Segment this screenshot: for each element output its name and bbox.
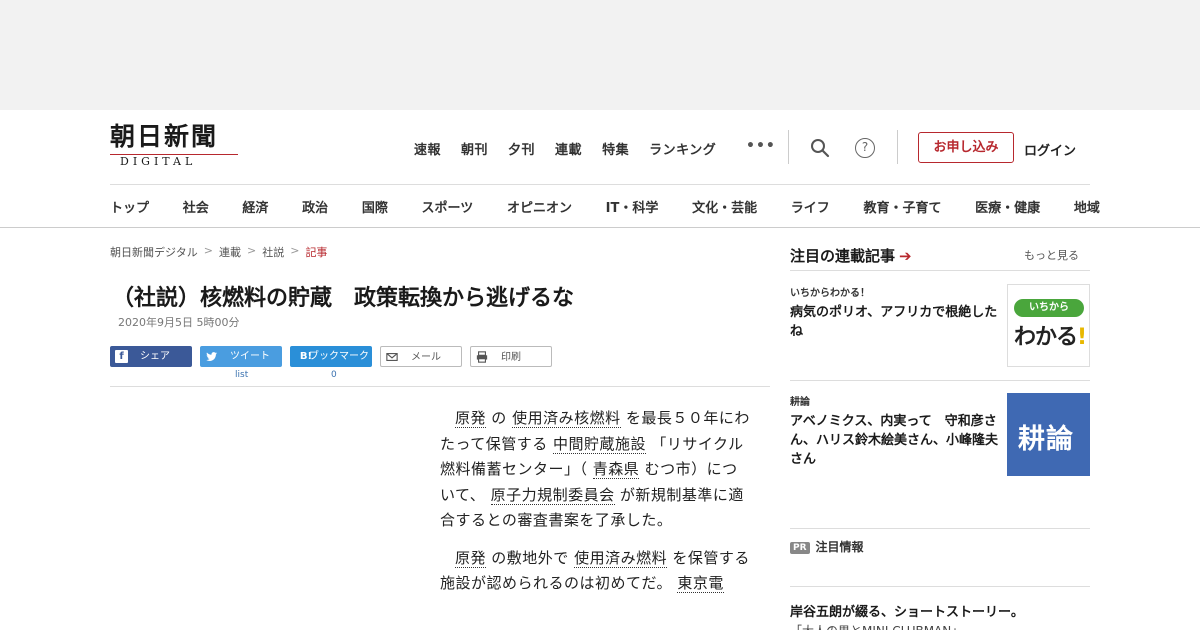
- more-menu-icon[interactable]: •••: [746, 138, 776, 154]
- breadcrumb: 朝日新聞デジタル > 連載 > 社説 > 記事: [110, 244, 327, 260]
- header-rule: [110, 184, 1090, 185]
- topnav-morning[interactable]: 朝刊: [461, 139, 488, 158]
- sidebar-item-thumbnail[interactable]: いちから わかる!: [1007, 284, 1090, 367]
- twitter-share-count[interactable]: list: [235, 370, 248, 380]
- keyword-link[interactable]: 原発: [455, 548, 487, 568]
- hatena-bookmark-button[interactable]: B! ブックマーク: [290, 346, 372, 367]
- cat-politics[interactable]: 政治: [302, 197, 328, 216]
- article-date: 2020年9月5日 5時00分: [118, 316, 240, 329]
- arrow-right-icon: ➔: [899, 247, 912, 265]
- twitter-share-button[interactable]: ツイート: [200, 346, 282, 367]
- mail-share-label: メール: [411, 352, 441, 363]
- thumbnail-exclamation: !: [1077, 325, 1087, 350]
- cat-sports[interactable]: スポーツ: [422, 197, 474, 216]
- keyword-link[interactable]: 使用済み核燃料: [512, 409, 621, 428]
- category-navigation: トップ 社会 経済 政治 国際 スポーツ オピニオン IT・科学 文化・芸能 ラ…: [110, 197, 1100, 216]
- promo-title[interactable]: 岸谷五朗が綴る、ショートストーリー。: [790, 601, 1024, 620]
- logo-japanese: 朝日新聞: [110, 122, 219, 151]
- keyword-link[interactable]: 使用済み燃料: [574, 548, 668, 568]
- sidebar-title[interactable]: 注目の連載記事 ➔: [790, 245, 912, 266]
- thumbnail-wordmark: わかる!: [1014, 319, 1087, 351]
- sidebar-rule: [790, 270, 1090, 271]
- cat-it-science[interactable]: IT・科学: [606, 197, 659, 216]
- promo-subtitle[interactable]: 「大人の男とMINI CLUBMAN」: [790, 622, 963, 630]
- cat-opinion[interactable]: オピニオン: [507, 197, 572, 216]
- cat-life[interactable]: ライフ: [791, 197, 830, 216]
- keyword-link[interactable]: 原子力規制委員会: [490, 485, 615, 505]
- breadcrumb-series[interactable]: 連載: [219, 244, 241, 260]
- cat-health[interactable]: 医療・健康: [975, 197, 1040, 216]
- topnav-series[interactable]: 連載: [555, 139, 582, 158]
- breadcrumb-separator: >: [290, 244, 300, 257]
- breadcrumb-editorial[interactable]: 社説: [262, 244, 284, 260]
- sidebar-item-headline[interactable]: アベノミクス、内実って 守和彦さん、ハリス鈴木絵美さん、小峰隆夫さん: [790, 412, 1002, 469]
- thumbnail-calligraphy: 耕論: [1018, 424, 1074, 455]
- article-title: （社説）核燃料の貯蔵 政策転換から逃げるな: [112, 286, 575, 311]
- sidebar-more-link[interactable]: もっと見る: [1024, 247, 1079, 263]
- keyword-link[interactable]: 東京電: [677, 574, 724, 593]
- help-icon[interactable]: ?: [855, 138, 875, 158]
- sidebar-rule: [790, 586, 1090, 587]
- printer-icon: [476, 351, 488, 363]
- sidebar-article-item[interactable]: いちからわかる！ 病気のポリオ、アフリカで根絶したね いちから わかる!: [790, 284, 1090, 367]
- pr-badge: PR: [790, 542, 810, 554]
- facebook-share-button[interactable]: f シェア: [110, 346, 192, 367]
- cat-culture[interactable]: 文化・芸能: [692, 197, 757, 216]
- facebook-share-label: シェア: [140, 351, 170, 362]
- logo-english: DIGITAL: [120, 155, 197, 168]
- sidebar-item-thumbnail[interactable]: 耕論: [1007, 393, 1090, 476]
- sidebar-item-headline[interactable]: 病気のポリオ、アフリカで根絶したね: [790, 303, 1002, 341]
- topnav-features[interactable]: 特集: [602, 139, 629, 158]
- mail-share-button[interactable]: メール: [380, 346, 462, 367]
- hatena-bookmark-label: ブックマーク: [309, 351, 369, 362]
- advertisement-band: [0, 0, 1200, 110]
- sidebar-rule: [790, 528, 1090, 529]
- cat-society[interactable]: 社会: [183, 197, 209, 216]
- subscribe-button[interactable]: お申し込み: [918, 132, 1014, 163]
- cat-top[interactable]: トップ: [110, 197, 149, 216]
- breadcrumb-current: 記事: [305, 246, 328, 259]
- print-button[interactable]: 印刷: [470, 346, 552, 367]
- print-label: 印刷: [501, 352, 521, 363]
- body-text-run: の: [486, 409, 513, 427]
- cat-economy[interactable]: 経済: [242, 197, 268, 216]
- category-nav-rule: [0, 227, 1200, 228]
- search-icon[interactable]: [810, 138, 830, 158]
- pr-label: 注目情報: [815, 540, 864, 554]
- login-link[interactable]: ログイン: [1024, 140, 1076, 159]
- breadcrumb-home[interactable]: 朝日新聞デジタル: [110, 244, 198, 260]
- topnav-breaking[interactable]: 速報: [414, 139, 441, 158]
- hatena-share-count[interactable]: 0: [331, 370, 337, 380]
- sidebar-article-item[interactable]: 耕論 アベノミクス、内実って 守和彦さん、ハリス鈴木絵美さん、小峰隆夫さん 耕論: [790, 393, 1090, 476]
- facebook-icon: f: [115, 350, 128, 363]
- keyword-link[interactable]: 原発: [455, 409, 487, 428]
- breadcrumb-separator: >: [203, 244, 213, 257]
- cat-international[interactable]: 国際: [362, 197, 388, 216]
- header-divider-2: [897, 130, 898, 164]
- mail-icon: [386, 353, 398, 361]
- pr-section-header: PR 注目情報: [790, 538, 864, 555]
- topnav-evening[interactable]: 夕刊: [508, 139, 535, 158]
- twitter-share-label: ツイート: [230, 351, 270, 362]
- keyword-link[interactable]: 青森県: [592, 460, 640, 479]
- body-paragraph: 原発 の 使用済み核燃料 を最長５０年にわたって保管する 中間貯蔵施設 「リサイ…: [440, 406, 750, 534]
- breadcrumb-separator: >: [247, 244, 257, 257]
- body-paragraph: 原発 の敷地外で 使用済み燃料 を保管する施設が認められるのは初めてだ。 東京電: [440, 546, 750, 597]
- twitter-bird-icon: [206, 352, 217, 361]
- keyword-link[interactable]: 中間貯蔵施設: [553, 434, 647, 454]
- article-body: 原発 の 使用済み核燃料 を最長５０年にわたって保管する 中間貯蔵施設 「リサイ…: [440, 406, 750, 609]
- topnav-ranking[interactable]: ランキング: [649, 139, 716, 158]
- share-bar-rule: [110, 386, 770, 387]
- sidebar-title-text: 注目の連載記事: [790, 247, 896, 265]
- cat-education[interactable]: 教育・子育て: [863, 197, 941, 216]
- header-divider-1: [788, 130, 789, 164]
- cat-region[interactable]: 地域: [1074, 197, 1100, 216]
- body-text-run: の敷地外で: [486, 548, 575, 567]
- site-logo[interactable]: 朝日新聞 DIGITAL: [110, 123, 240, 169]
- sidebar-rule: [790, 380, 1090, 381]
- thumbnail-wordmark-text: わかる: [1014, 325, 1078, 350]
- thumbnail-pill: いちから: [1014, 299, 1084, 317]
- top-navigation: 速報 朝刊 夕刊 連載 特集 ランキング: [414, 139, 736, 158]
